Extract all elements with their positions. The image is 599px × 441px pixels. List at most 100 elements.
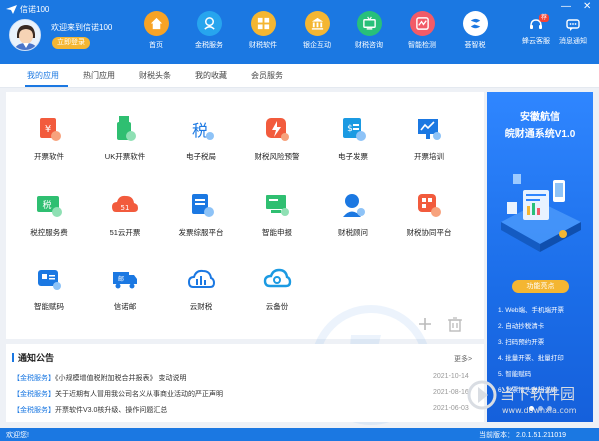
delete-app-icon[interactable] bbox=[446, 315, 464, 333]
feature-item: 2. 自动抄税清卡 bbox=[498, 323, 545, 330]
nav-smart-tax[interactable]: 荟智税 bbox=[455, 11, 495, 55]
app-label: 开票软件 bbox=[34, 152, 64, 161]
minimize-button[interactable]: — bbox=[561, 2, 571, 12]
svg-text:$: $ bbox=[347, 124, 353, 134]
feature-badge: 功能亮点 bbox=[512, 280, 569, 293]
notice-title: 通知公告 bbox=[18, 353, 55, 363]
nav-label: 智能检测 bbox=[408, 42, 436, 49]
app-label: UK开票软件 bbox=[104, 152, 146, 161]
smart-tax-icon bbox=[462, 11, 488, 36]
tax-control-fee-icon: 税 bbox=[37, 196, 62, 217]
home-icon bbox=[143, 11, 169, 36]
app-cloud-tax[interactable]: 云财税 bbox=[166, 264, 236, 312]
smart-declare-icon bbox=[266, 195, 289, 216]
notice-text: 开票软件V3.0核升级、操作问题汇总 bbox=[55, 407, 168, 414]
tab-my-apps[interactable]: 我的应用 bbox=[27, 70, 59, 81]
status-welcome: 欢迎您! bbox=[6, 432, 29, 439]
nav-finance-software[interactable]: 财税软件 bbox=[243, 11, 283, 55]
apps-panel: ¥ 开票软件 UK开票软件 税 电子税局 财税风险预警 $ 电子发票 开票培训 … bbox=[6, 92, 484, 425]
nav-label: 金税服务 bbox=[195, 42, 223, 49]
app-smart-declare[interactable]: 智能申报 bbox=[242, 190, 312, 238]
site-watermark: 当下软件园 www.downxia.com bbox=[467, 380, 577, 415]
app-xinnuo-mail[interactable]: 邮 信诺邮 bbox=[90, 264, 160, 312]
app-invoice-platform[interactable]: 发票综服平台 bbox=[166, 190, 236, 238]
app-cloud-backup[interactable]: 云备份 bbox=[242, 264, 312, 312]
feature-item: 1. Web端、手机端开票 bbox=[498, 307, 564, 314]
close-button[interactable]: ✕ bbox=[583, 2, 591, 12]
app-risk-alert[interactable]: 财税风险预警 bbox=[242, 114, 312, 162]
tab-hot-apps[interactable]: 热门应用 bbox=[83, 70, 115, 81]
tab-favorites[interactable]: 我的收藏 bbox=[195, 70, 227, 81]
message-button[interactable]: 消息通知 bbox=[555, 18, 591, 46]
notice-more-link[interactable]: 更多> bbox=[454, 354, 472, 364]
nav-label: 银企互动 bbox=[303, 42, 331, 49]
notice-accent-bar bbox=[12, 353, 14, 362]
collab-platform-icon bbox=[418, 194, 441, 217]
login-button[interactable]: 立即登录 bbox=[52, 37, 90, 49]
app-e-tax-bureau[interactable]: 税 电子税局 bbox=[166, 114, 236, 162]
tool-label: 消息通知 bbox=[559, 38, 587, 45]
notice-tag: 【金税服务】 bbox=[13, 407, 55, 414]
cloud-tax-icon bbox=[187, 269, 216, 288]
nav-smart-detect[interactable]: 智能检测 bbox=[402, 11, 442, 55]
app-label: 电子发票 bbox=[338, 152, 368, 161]
svg-text:51: 51 bbox=[121, 204, 130, 212]
notice-tag: 【金税服务】 bbox=[13, 375, 55, 382]
notice-tag: 【金税服务】 bbox=[13, 391, 55, 398]
feature-item: 4. 批量开票、批量打印 bbox=[498, 355, 564, 362]
customer-service-button[interactable]: 荐 蜂云客服 bbox=[518, 14, 554, 46]
app-label: 云备份 bbox=[265, 302, 289, 311]
notice-header: 通知公告 bbox=[12, 351, 54, 364]
app-title: 信诺100 bbox=[20, 4, 50, 14]
usb-key-invoice-icon bbox=[117, 116, 136, 141]
app-collab-platform[interactable]: 财税协同平台 bbox=[394, 190, 464, 238]
nav-consulting[interactable]: 财税咨询 bbox=[349, 11, 389, 55]
invoice-platform-icon bbox=[192, 194, 214, 217]
app-label: 税控服务费 bbox=[30, 228, 68, 237]
nav-label: 财税咨询 bbox=[355, 42, 383, 49]
tax-service-icon bbox=[196, 11, 222, 36]
avatar[interactable] bbox=[9, 19, 41, 51]
notice-row[interactable]: 【金税服务】《小规模增值税附加税合并报表》 变动说明 2021-10-14 bbox=[13, 373, 478, 383]
status-bar: 欢迎您! 当前版本： 2.0.1.51.211019 bbox=[0, 428, 599, 441]
app-invoice-software[interactable]: ¥ 开票软件 bbox=[14, 114, 84, 162]
app-e-invoice[interactable]: $ 电子发票 bbox=[318, 114, 388, 162]
app-invoice-training[interactable]: 开票培训 bbox=[394, 114, 464, 162]
app-smart-code[interactable]: 智能赋码 bbox=[14, 264, 84, 312]
app-uk-invoice[interactable]: UK开票软件 bbox=[90, 114, 160, 162]
nav-tax-service[interactable]: 金税服务 bbox=[189, 11, 229, 55]
finance-software-icon bbox=[250, 11, 276, 36]
title-bar: 信诺100 bbox=[6, 3, 49, 15]
consulting-tv-icon bbox=[356, 11, 382, 36]
smart-detect-icon bbox=[409, 11, 435, 36]
notice-date: 2021-10-14 bbox=[433, 373, 469, 380]
nav-bank-interaction[interactable]: 银企互动 bbox=[297, 11, 337, 55]
app-tax-advisor[interactable]: 财税顾问 bbox=[318, 190, 388, 238]
tab-bar: 我的应用 热门应用 财税头条 我的收藏 会员服务 bbox=[0, 64, 599, 88]
notice-row[interactable]: 【金税服务】开票软件V3.0核升级、操作问题汇总 2021-06-03 bbox=[13, 405, 478, 415]
invoice-training-icon bbox=[418, 119, 441, 140]
nav-label: 首页 bbox=[149, 42, 163, 49]
app-cloud-invoice[interactable]: 51 51云开票 bbox=[90, 190, 160, 238]
nav-home[interactable]: 首页 bbox=[136, 11, 176, 55]
site-watermark-url: www.downxia.com bbox=[502, 406, 577, 415]
notice-row[interactable]: 【金税服务】关于近期有人冒用我公司名义从事商业活动的严正声明 2021-08-1… bbox=[13, 389, 478, 399]
nav-label: 财税软件 bbox=[249, 42, 277, 49]
add-app-icon[interactable] bbox=[416, 315, 434, 333]
notice-date: 2021-06-03 bbox=[433, 405, 469, 412]
bank-interaction-icon bbox=[304, 11, 330, 36]
message-icon bbox=[566, 19, 580, 31]
promo-subtitle: 皖财通系统V1.0 bbox=[504, 129, 576, 140]
app-logo-icon bbox=[6, 4, 17, 14]
svg-text:¥: ¥ bbox=[45, 124, 51, 135]
tab-tax-headlines[interactable]: 财税头条 bbox=[139, 70, 171, 81]
invoice-software-icon: ¥ bbox=[40, 118, 61, 141]
e-tax-bureau-icon: 税 bbox=[192, 121, 214, 140]
site-watermark-name: 当下软件园 bbox=[500, 385, 575, 403]
cloud-invoice-icon: 51 bbox=[112, 195, 138, 212]
svg-text:税: 税 bbox=[42, 199, 51, 211]
app-tax-control-fee[interactable]: 税 税控服务费 bbox=[14, 190, 84, 238]
app-label: 财税协同平台 bbox=[406, 228, 452, 237]
tab-member-service[interactable]: 会员服务 bbox=[251, 70, 283, 81]
e-invoice-icon: $ bbox=[343, 118, 366, 141]
